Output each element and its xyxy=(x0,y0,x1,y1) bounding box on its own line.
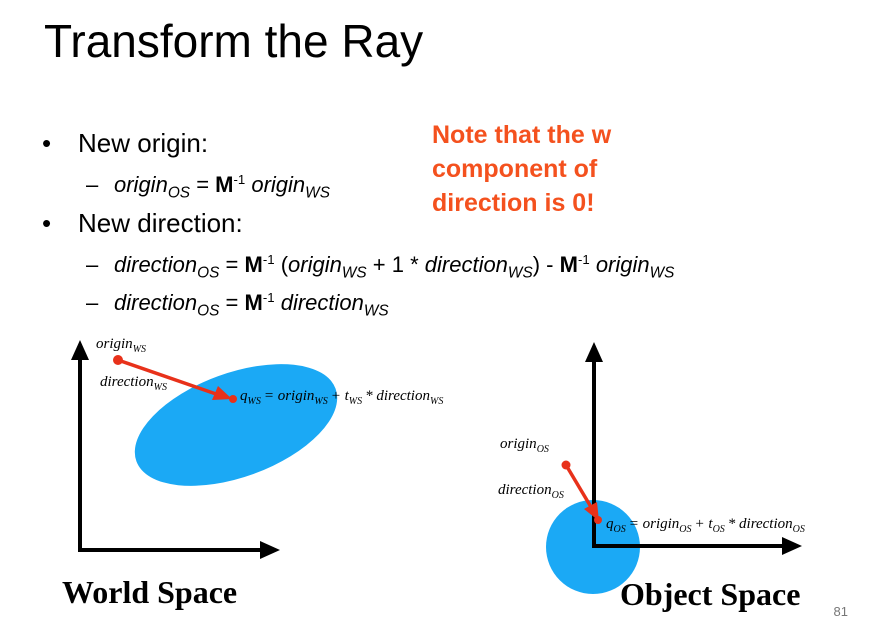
page-number: 81 xyxy=(833,604,848,619)
world-x-arrowhead xyxy=(260,541,280,559)
object-origin-label: originOS xyxy=(500,436,549,455)
world-direction-label: directionWS xyxy=(100,374,167,393)
world-hit-point xyxy=(229,395,237,403)
world-space-caption: World Space xyxy=(62,574,237,610)
object-ray xyxy=(564,464,593,508)
object-hit-point xyxy=(594,516,602,524)
object-origin-point xyxy=(561,460,571,470)
world-origin-label: originWS xyxy=(96,336,146,355)
object-direction-label: directionOS xyxy=(498,482,564,501)
world-origin-point xyxy=(113,355,123,365)
world-ellipse xyxy=(134,364,338,486)
object-x-arrowhead xyxy=(782,537,802,555)
ray-transform-diagram: originWS directionWS qWS = originWS + tWS *… xyxy=(62,336,805,612)
object-space-caption: Object Space xyxy=(620,576,800,612)
world-y-arrowhead xyxy=(71,340,89,360)
object-y-arrowhead xyxy=(585,342,603,362)
